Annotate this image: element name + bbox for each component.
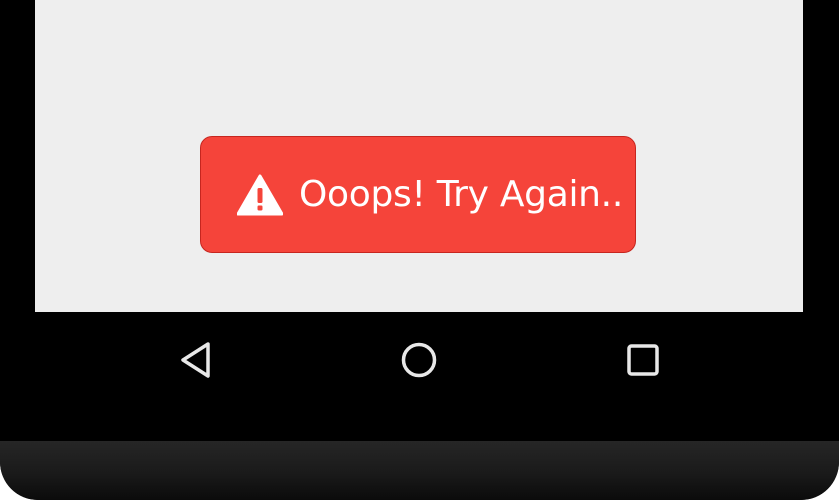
app-screen: Ooops! Try Again.. bbox=[35, 0, 803, 312]
warning-icon bbox=[237, 174, 283, 215]
back-button[interactable] bbox=[171, 340, 219, 380]
error-message: Ooops! Try Again.. bbox=[299, 173, 623, 215]
android-navigation-bar bbox=[0, 312, 839, 408]
error-toast[interactable]: Ooops! Try Again.. bbox=[200, 136, 636, 253]
device-bottom-bezel bbox=[0, 441, 839, 500]
circle-home-icon bbox=[401, 342, 437, 378]
square-recents-icon bbox=[627, 344, 659, 376]
triangle-back-icon bbox=[181, 342, 210, 378]
home-button[interactable] bbox=[395, 340, 443, 380]
phone-device: Ooops! Try Again.. bbox=[0, 0, 839, 500]
recents-button[interactable] bbox=[619, 340, 667, 380]
